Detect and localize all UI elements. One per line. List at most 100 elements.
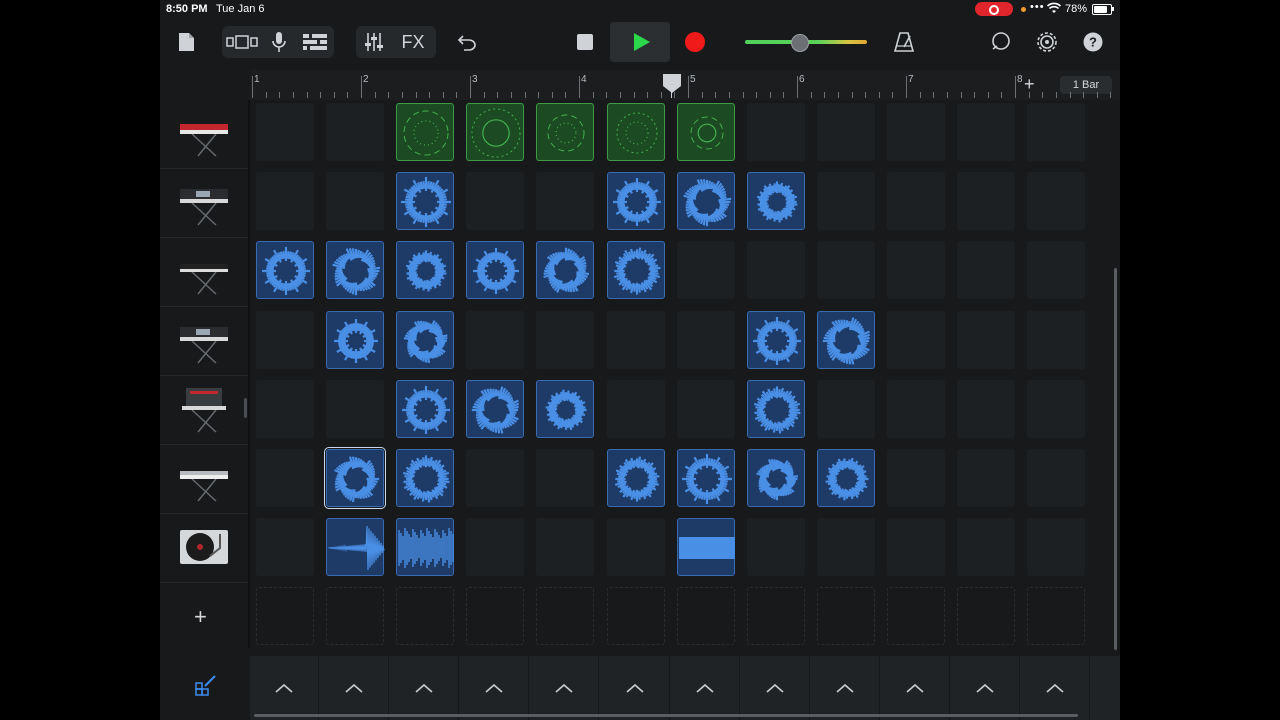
drum-loop-cell[interactable] [676,103,735,161]
empty-cell[interactable] [886,449,945,507]
empty-cell[interactable] [746,518,805,577]
bar-ruler[interactable]: + 1 Bar 12345678 [250,70,1120,100]
loop-cell[interactable] [606,172,665,231]
empty-cell[interactable] [256,379,314,438]
column-trigger-button[interactable] [671,656,740,720]
track-header[interactable] [160,100,248,169]
empty-cell[interactable] [1027,103,1086,161]
loop-cell[interactable] [606,449,665,507]
loop-cell[interactable] [676,449,735,507]
empty-cell[interactable] [676,310,735,369]
empty-cell[interactable] [1027,449,1086,507]
column-trigger-button[interactable] [741,656,810,720]
empty-cell[interactable] [816,518,875,577]
empty-cell[interactable] [536,518,595,577]
empty-cell[interactable] [957,310,1015,369]
empty-cell[interactable] [957,103,1015,161]
empty-cell[interactable] [326,103,385,161]
empty-cell[interactable] [816,172,875,231]
play-button[interactable] [610,22,670,62]
add-track-button[interactable]: + [194,604,207,630]
cell-edit-button[interactable] [195,674,217,701]
loop-cell[interactable] [606,241,665,300]
empty-new-track-cell[interactable] [256,587,314,646]
settings-button[interactable] [1034,22,1060,62]
loop-cell[interactable] [746,379,805,438]
loop-cell[interactable] [466,379,525,438]
empty-cell[interactable] [606,310,665,369]
empty-cell[interactable] [256,449,314,507]
column-trigger-button[interactable] [390,656,460,720]
loop-cell[interactable] [326,518,385,577]
empty-cell[interactable] [816,379,875,438]
record-button[interactable] [676,22,714,62]
track-header[interactable] [160,307,248,376]
empty-cell[interactable] [886,103,945,161]
column-trigger-button[interactable] [460,656,530,720]
loop-cell[interactable] [396,449,455,507]
empty-cell[interactable] [256,518,314,577]
drum-loop-cell[interactable] [396,103,455,161]
stop-button[interactable] [566,22,604,62]
loop-cell[interactable] [536,241,595,300]
empty-cell[interactable] [1027,379,1086,438]
metronome-button[interactable] [892,22,916,62]
empty-cell[interactable] [466,310,525,369]
empty-new-track-cell[interactable] [676,587,735,646]
column-trigger-button[interactable] [601,656,670,720]
empty-new-track-cell[interactable] [536,587,595,646]
loop-browser-button[interactable] [988,22,1014,62]
column-trigger-button[interactable] [320,656,390,720]
loop-cell[interactable] [326,241,385,300]
tracks-view-button[interactable] [300,22,330,62]
loop-cell[interactable] [746,449,805,507]
empty-cell[interactable] [1027,518,1086,577]
empty-cell[interactable] [746,241,805,300]
microphone-button[interactable] [266,22,292,62]
loop-cell[interactable] [536,379,595,438]
empty-cell[interactable] [816,241,875,300]
empty-cell[interactable] [886,379,945,438]
empty-cell[interactable] [886,518,945,577]
playhead-marker[interactable] [661,72,683,94]
track-header[interactable] [160,238,248,307]
empty-cell[interactable] [886,310,945,369]
column-trigger-button[interactable] [881,656,950,720]
loop-cell[interactable] [816,449,875,507]
empty-new-track-cell[interactable] [396,587,455,646]
loop-cell[interactable] [676,172,735,231]
column-trigger-button[interactable] [1021,656,1091,720]
empty-cell[interactable] [326,379,385,438]
empty-cell[interactable] [326,172,385,231]
track-header[interactable] [160,514,248,583]
empty-cell[interactable] [536,172,595,231]
drum-loop-cell[interactable] [536,103,595,161]
empty-cell[interactable] [957,172,1015,231]
column-trigger-button[interactable] [951,656,1020,720]
empty-cell[interactable] [816,103,875,161]
column-trigger-button[interactable] [250,656,319,720]
drum-loop-cell[interactable] [466,103,525,161]
fx-button[interactable]: FX [396,22,430,62]
mixer-button[interactable] [360,22,388,62]
loop-cell[interactable] [466,241,525,300]
help-button[interactable]: ? [1080,22,1106,62]
empty-cell[interactable] [886,241,945,300]
empty-cell[interactable] [957,518,1015,577]
empty-cell[interactable] [256,310,314,369]
empty-cell[interactable] [676,379,735,438]
empty-new-track-cell[interactable] [466,587,525,646]
track-header[interactable] [160,169,248,238]
screen-recording-indicator[interactable] [975,2,1013,16]
undo-button[interactable] [454,22,480,62]
master-volume-knob[interactable] [791,34,809,52]
empty-cell[interactable] [536,449,595,507]
empty-cell[interactable] [957,379,1015,438]
track-header[interactable] [160,376,248,445]
empty-new-track-cell[interactable] [816,587,875,646]
loop-cell[interactable] [676,518,735,577]
empty-cell[interactable] [466,449,525,507]
loop-cell[interactable] [324,447,387,509]
loop-cell[interactable] [396,310,455,369]
empty-new-track-cell[interactable] [606,587,665,646]
